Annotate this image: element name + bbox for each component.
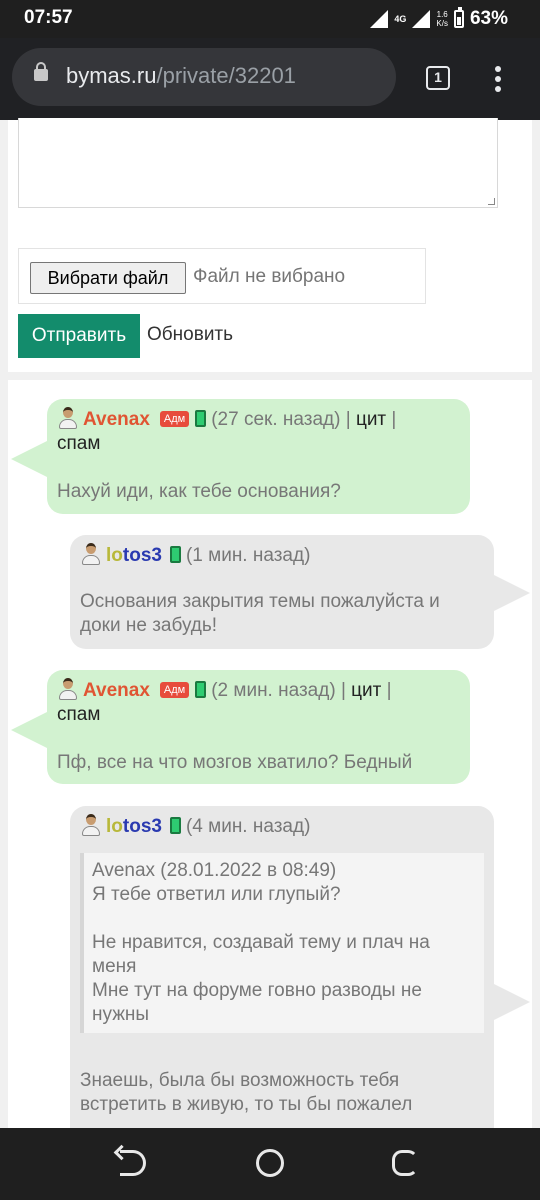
- mobile-phone-icon: [169, 546, 181, 563]
- mobile-phone-icon: [195, 410, 207, 427]
- lock-icon[interactable]: [34, 62, 48, 81]
- separator: |: [386, 680, 392, 701]
- separator: |: [391, 409, 397, 430]
- bubble-tail: [494, 575, 530, 611]
- mobile-phone-icon: [195, 681, 207, 698]
- refresh-link[interactable]: Обновить: [147, 324, 233, 346]
- tab-switcher-button[interactable]: 1: [426, 66, 450, 90]
- message-bubble: Avenax Адм (2 мин. назад) | цит | спам Пф,…: [11, 670, 470, 784]
- message-form: Вибрати файл Файл не вибрано Отправить О…: [8, 118, 532, 372]
- network-type: 4G: [394, 13, 407, 24]
- user-avatar-icon: [57, 678, 79, 700]
- file-status: Файл не вибрано: [193, 266, 346, 287]
- user-avatar-icon: [80, 543, 102, 565]
- message-time: (27 сек. назад): [211, 409, 341, 430]
- battery-icon: [453, 7, 464, 28]
- speed-unit: K/s: [436, 19, 448, 28]
- url-host: bymas.ru: [66, 63, 157, 88]
- message-time: (2 мин. назад): [211, 680, 336, 701]
- quote-link[interactable]: цит: [356, 409, 386, 430]
- user-avatar-icon: [80, 814, 102, 836]
- username[interactable]: Avenax: [83, 409, 150, 430]
- battery-percent: 63%: [469, 8, 508, 29]
- message-header: Avenax Адм (2 мин. назад) | цит | спам: [57, 678, 460, 727]
- back-icon[interactable]: [120, 1150, 146, 1176]
- message-text: Пф, все на что мозгов хватило? Бедный: [57, 752, 413, 773]
- spam-link[interactable]: спам: [57, 704, 100, 725]
- message-header: lotos3 (4 мин. назад): [80, 814, 484, 839]
- message-bubble: Avenax Адм (27 сек. назад) | цит | спам На…: [11, 399, 470, 514]
- address-bar[interactable]: bymas.ru/private/32201: [12, 48, 396, 106]
- message-time: (1 мин. назад): [185, 545, 311, 566]
- username[interactable]: lotos3: [106, 816, 162, 837]
- separator: |: [345, 409, 351, 430]
- message-textarea[interactable]: [18, 118, 498, 208]
- bubble-tail: [11, 712, 47, 748]
- separator: |: [340, 680, 346, 701]
- status-bar: 07:57 4G 1.6 K/s 63%: [0, 0, 540, 38]
- home-icon[interactable]: [256, 1149, 284, 1177]
- bubble-tail: [494, 984, 530, 1020]
- signal-icon: [370, 10, 389, 28]
- status-indicators: 4G 1.6 K/s 63%: [370, 7, 508, 30]
- username[interactable]: lotos3: [106, 545, 162, 566]
- username[interactable]: Avenax: [83, 680, 150, 701]
- message-list: Avenax Адм (27 сек. назад) | цит | спам На…: [8, 380, 532, 1140]
- quote-author: Avenax (28.01.2022 в 08:49): [92, 860, 337, 881]
- message-text: Знаешь, была бы возможность тебя встрети…: [80, 1070, 413, 1115]
- mobile-phone-icon: [169, 817, 181, 834]
- message-bubble: lotos3 (4 мин. назад) Avenax (28.01.2022 …: [70, 806, 530, 1140]
- message-header: lotos3 (1 мин. назад): [80, 543, 484, 568]
- signal-icon-2: [412, 10, 431, 28]
- bubble-tail: [11, 441, 47, 477]
- spam-link[interactable]: спам: [57, 433, 100, 454]
- choose-file-button[interactable]: Вибрати файл: [30, 262, 186, 294]
- quote-line: Не нравится, создавай тему и плач на мен…: [92, 932, 430, 977]
- message-text: Основания закрытия темы пожалуйста и док…: [80, 591, 440, 636]
- url-text[interactable]: bymas.ru/private/32201: [66, 63, 296, 89]
- message-text: Нахуй иди, как тебе основания?: [57, 481, 341, 502]
- message-bubble: lotos3 (1 мин. назад) Основания закрытия …: [70, 535, 530, 649]
- admin-badge: Адм: [159, 682, 190, 698]
- quote-line: Мне тут на форуме говно разводы не нужны: [92, 980, 422, 1025]
- file-input: Вибрати файл Файл не вибрано: [18, 248, 426, 304]
- admin-badge: Адм: [159, 411, 190, 427]
- user-avatar-icon: [57, 407, 79, 429]
- quote-line: Я тебе ответил или глупый?: [92, 884, 341, 905]
- system-nav-bar: [0, 1128, 540, 1200]
- more-vert-icon[interactable]: [494, 66, 502, 94]
- quote-link[interactable]: цит: [351, 680, 381, 701]
- message-time: (4 мин. назад): [185, 816, 311, 837]
- url-path: /private/32201: [156, 63, 296, 88]
- network-speed: 1.6 K/s: [436, 10, 448, 28]
- recent-apps-icon[interactable]: [392, 1150, 418, 1176]
- quoted-message: Avenax (28.01.2022 в 08:49) Я тебе ответ…: [80, 853, 484, 1033]
- status-time: 07:57: [24, 7, 73, 28]
- send-button[interactable]: Отправить: [18, 314, 140, 358]
- message-header: Avenax Адм (27 сек. назад) | цит | спам: [57, 407, 460, 456]
- speed-value: 1.6: [436, 10, 448, 19]
- browser-toolbar: bymas.ru/private/32201 1: [0, 38, 540, 120]
